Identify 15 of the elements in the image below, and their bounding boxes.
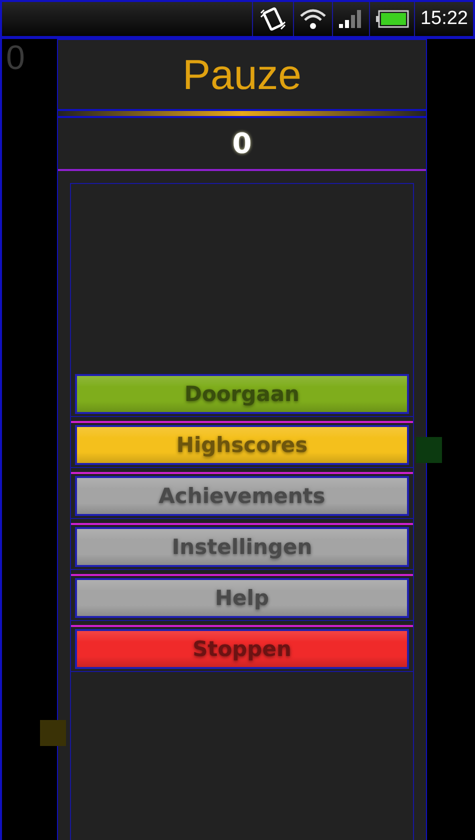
menu-button[interactable]: Stoppen [75, 629, 409, 669]
score-value: 0 [232, 127, 252, 160]
game-block [40, 720, 66, 746]
wifi-icon [299, 7, 328, 31]
menu-button[interactable]: Achievements [75, 476, 409, 516]
menu-button[interactable]: Highscores [75, 425, 409, 465]
vibrate-icon [258, 6, 288, 32]
clock-time: 15:22 [420, 8, 468, 30]
battery-icon [375, 9, 410, 29]
game-block [416, 437, 442, 463]
menu-button[interactable]: Doorgaan [75, 374, 409, 414]
side-score: 0 [6, 39, 25, 77]
menu-button[interactable]: Instellingen [75, 527, 409, 567]
pause-title: Pauze [182, 50, 302, 98]
menu-button[interactable]: Help [75, 578, 409, 618]
